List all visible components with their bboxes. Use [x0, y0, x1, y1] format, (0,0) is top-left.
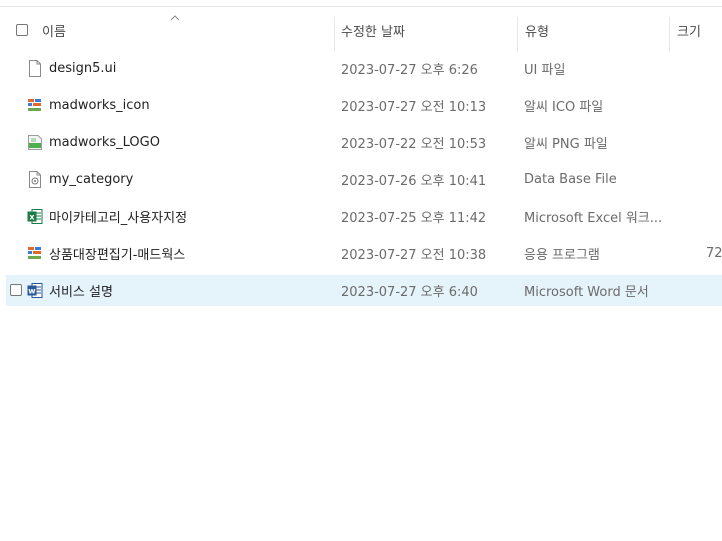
file-row[interactable]: madworks_icon 2023-07-27 오전 10:13 알씨 ICO…: [6, 90, 722, 121]
file-name[interactable]: madworks_icon: [49, 90, 150, 121]
file-name[interactable]: design5.ui: [49, 53, 116, 84]
file-date: 2023-07-22 오전 10:53: [341, 137, 487, 152]
application-icon: [28, 247, 41, 259]
file-type: Microsoft Excel 워크...: [524, 211, 663, 226]
column-header-date[interactable]: 수정한 날짜: [341, 7, 405, 53]
document-icon: [29, 60, 41, 77]
word-file-icon: w: [27, 283, 43, 298]
select-all-checkbox[interactable]: [16, 7, 28, 53]
column-header-row: 이름 수정한 날짜 유형 크기: [0, 7, 722, 53]
ico-file-icon: [28, 99, 41, 111]
file-date: 2023-07-27 오후 6:26: [341, 63, 478, 78]
sort-ascending-icon[interactable]: [170, 15, 180, 21]
file-type: 알씨 PNG 파일: [524, 137, 608, 152]
file-date: 2023-07-27 오후 6:40: [341, 285, 478, 300]
file-row[interactable]: 상품대장편집기-매드웍스 2023-07-27 오전 10:38 응용 프로그램…: [6, 238, 722, 269]
file-name[interactable]: 상품대장편집기-매드웍스: [49, 238, 185, 269]
column-header-date-label: 수정한 날짜: [341, 24, 405, 40]
svg-text:x: x: [29, 213, 35, 222]
file-size: 72: [706, 246, 722, 261]
column-header-size[interactable]: 크기: [677, 7, 701, 53]
column-header-type[interactable]: 유형: [525, 7, 549, 53]
file-type: Microsoft Word 문서: [524, 285, 649, 300]
file-date: 2023-07-26 오후 10:41: [341, 174, 487, 189]
file-type: 응용 프로그램: [524, 248, 600, 263]
file-row[interactable]: my_category 2023-07-26 오후 10:41 Data Bas…: [6, 164, 722, 195]
database-file-icon: [29, 171, 41, 188]
file-name[interactable]: madworks_LOGO: [49, 127, 160, 158]
column-header-name[interactable]: 이름: [42, 7, 66, 53]
file-row[interactable]: design5.ui 2023-07-27 오후 6:26 UI 파일: [6, 53, 722, 84]
excel-file-icon: x: [27, 209, 43, 224]
file-row[interactable]: x 마이카테고리_사용자지정 2023-07-25 오후 11:42 Micro…: [6, 201, 722, 232]
select-all-checkbox-box[interactable]: [16, 24, 28, 36]
file-name[interactable]: my_category: [49, 164, 133, 195]
column-divider[interactable]: [669, 17, 670, 51]
column-header-type-label: 유형: [525, 24, 549, 40]
file-type: UI 파일: [524, 63, 566, 78]
column-header-name-label: 이름: [42, 24, 66, 40]
column-divider[interactable]: [517, 17, 518, 51]
file-row[interactable]: madworks_LOGO 2023-07-22 오전 10:53 알씨 PNG…: [6, 127, 722, 158]
toolbar-bottom-border: [0, 0, 722, 7]
file-type: 알씨 ICO 파일: [524, 100, 604, 115]
row-checkbox[interactable]: [10, 284, 22, 296]
svg-text:w: w: [28, 287, 36, 296]
file-row-selected[interactable]: w 서비스 설명 2023-07-27 오후 6:40 Microsoft Wo…: [6, 275, 722, 306]
column-divider[interactable]: [334, 17, 335, 51]
file-date: 2023-07-27 오전 10:13: [341, 100, 487, 115]
column-header-size-label: 크기: [677, 24, 701, 40]
file-type: Data Base File: [524, 172, 617, 187]
png-file-icon: [28, 135, 42, 150]
file-date: 2023-07-27 오전 10:38: [341, 248, 487, 263]
file-name[interactable]: 서비스 설명: [49, 275, 113, 306]
file-name[interactable]: 마이카테고리_사용자지정: [49, 201, 187, 232]
file-date: 2023-07-25 오후 11:42: [341, 211, 487, 226]
